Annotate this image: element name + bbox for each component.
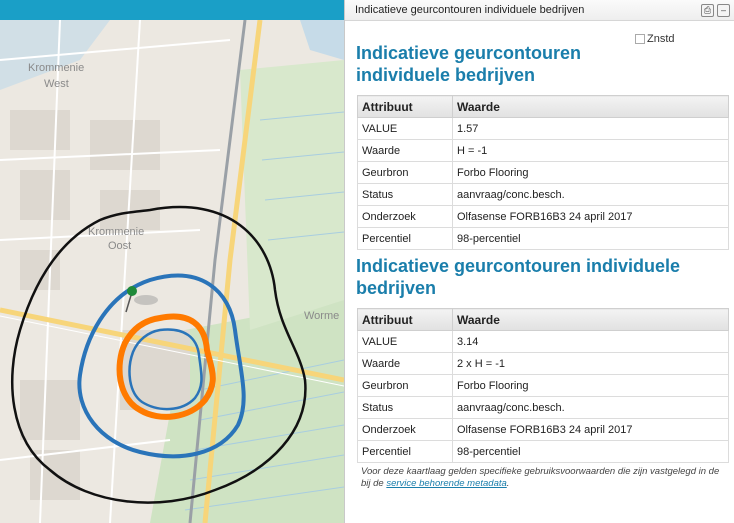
row-value: 98-percentiel <box>452 227 729 250</box>
table-row: Percentiel 98-percentiel <box>357 440 729 463</box>
map-label-oost: Oost <box>108 240 132 252</box>
minimize-icon[interactable]: – <box>717 4 730 17</box>
row-value: 98-percentiel <box>452 440 729 463</box>
panel-header-title: Indicatieve geurcontouren individuele be… <box>355 4 585 16</box>
row-value: Olfasense FORB16B3 24 april 2017 <box>452 418 729 441</box>
table-row: Geurbron Forbo Flooring <box>357 161 729 184</box>
row-key: Status <box>357 183 453 206</box>
table-row: Waarde H = -1 <box>357 139 729 162</box>
row-value: 1.57 <box>452 117 729 140</box>
row-key: Geurbron <box>357 374 453 397</box>
row-key: Geurbron <box>357 161 453 184</box>
table-row: Geurbron Forbo Flooring <box>357 374 729 397</box>
row-key: Percentiel <box>357 440 453 463</box>
row-value: H = -1 <box>452 139 729 162</box>
map-label-krommenie-oost: Krommenie <box>88 226 145 238</box>
row-key: VALUE <box>357 117 453 140</box>
section-1-title: Indicatieve geurcontouren individuele be… <box>356 43 582 85</box>
attribute-table-2: Attribuut Waarde VALUE 3.14 Waarde 2 x H =… <box>357 308 729 463</box>
col-waarde: Waarde <box>452 308 729 331</box>
row-key: Waarde <box>357 352 453 375</box>
table-row: Waarde 2 x H = -1 <box>357 352 729 375</box>
row-value: Olfasense FORB16B3 24 april 2017 <box>452 205 729 228</box>
map-label-worme: Worme <box>304 310 340 322</box>
row-value: 2 x H = -1 <box>452 352 729 375</box>
attribute-table-1: Attribuut Waarde VALUE 1.57 Waarde H = -1 … <box>357 95 729 250</box>
table-row: Onderzoek Olfasense FORB16B3 24 april 201… <box>357 418 729 441</box>
row-key: Onderzoek <box>357 205 453 228</box>
row-value: Forbo Flooring <box>452 374 729 397</box>
map-view[interactable]: Krommenie West Krommenie Oost Worme <box>0 0 344 523</box>
row-value: 3.14 <box>452 330 729 353</box>
row-value: aanvraag/conc.besch. <box>452 183 729 206</box>
broken-image-alt: Znstd <box>647 33 675 45</box>
table-row: VALUE 3.14 <box>357 330 729 353</box>
table-row: Status aanvraag/conc.besch. <box>357 183 729 206</box>
disclaimer: Voor deze kaartlaag gelden specifieke ge… <box>361 466 731 490</box>
map-label-west: West <box>44 78 69 90</box>
map-label-krommenie: Krommenie <box>28 62 85 74</box>
print-icon[interactable]: ⎙ <box>701 4 714 17</box>
col-attribuut: Attribuut <box>357 95 453 118</box>
section-2-title: Indicatieve geurcontouren individuele be… <box>356 256 681 298</box>
map-top-bar <box>0 0 344 20</box>
disclaimer-end: . <box>506 478 510 489</box>
table-row: VALUE 1.57 <box>357 117 729 140</box>
broken-image-icon <box>635 34 645 44</box>
broken-image: Znstd <box>635 33 675 45</box>
feature-info-panel: Indicatieve geurcontouren individuele be… <box>344 0 734 523</box>
row-key: Onderzoek <box>357 418 453 441</box>
col-attribuut: Attribuut <box>357 308 453 331</box>
row-value: aanvraag/conc.besch. <box>452 396 729 419</box>
row-key: Waarde <box>357 139 453 162</box>
table-row: Status aanvraag/conc.besch. <box>357 396 729 419</box>
col-waarde: Waarde <box>452 95 729 118</box>
table-row: Onderzoek Olfasense FORB16B3 24 april 201… <box>357 205 729 228</box>
panel-header: Indicatieve geurcontouren individuele be… <box>345 0 734 21</box>
metadata-link[interactable]: service behorende metadata <box>386 478 506 489</box>
row-key: Percentiel <box>357 227 453 250</box>
table-row: Percentiel 98-percentiel <box>357 227 729 250</box>
row-key: VALUE <box>357 330 453 353</box>
row-key: Status <box>357 396 453 419</box>
row-value: Forbo Flooring <box>452 161 729 184</box>
